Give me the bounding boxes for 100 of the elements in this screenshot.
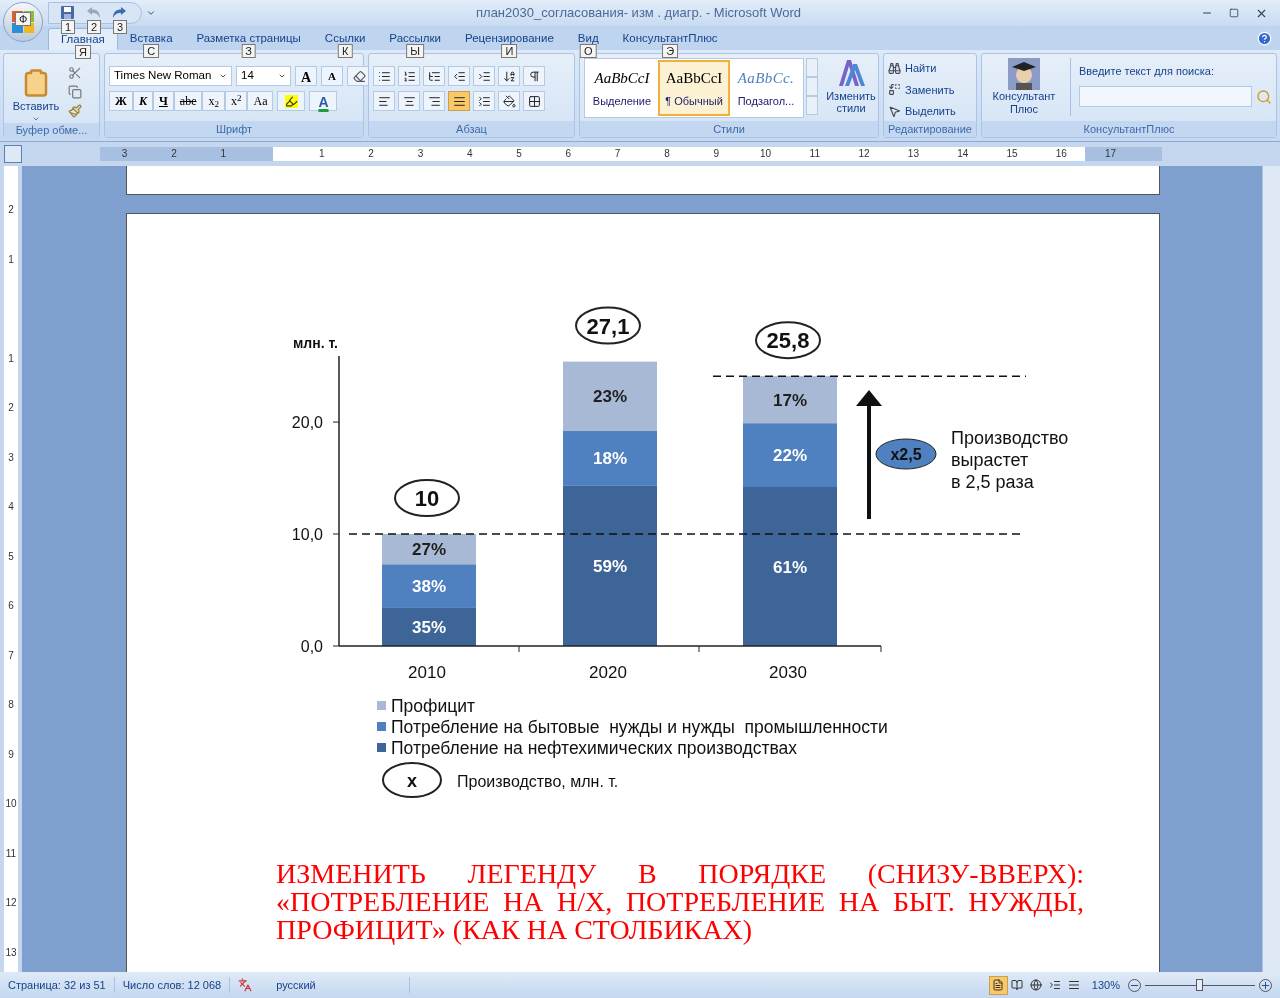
align-button[interactable] — [373, 91, 395, 111]
data-label: 38% — [412, 577, 446, 597]
data-label: 23% — [593, 387, 627, 407]
paste-button[interactable]: Вставить — [8, 58, 64, 123]
decrease-indent-button[interactable] — [448, 66, 470, 86]
align-button[interactable] — [398, 91, 420, 111]
ruler-number: 1 — [8, 252, 14, 267]
tick-label: 0,0 — [300, 638, 323, 655]
tree-list-icon — [427, 69, 441, 83]
shrink-font-button[interactable]: A — [321, 66, 343, 86]
proofing-icon[interactable] — [238, 978, 253, 992]
ruler-number: 13 — [907, 148, 919, 159]
data-label: 61% — [773, 557, 807, 577]
pilcrow-icon — [527, 69, 541, 83]
key-tip: К — [337, 44, 353, 59]
format-button[interactable]: К — [132, 91, 153, 111]
zoom-level: 130% — [1090, 977, 1121, 993]
highlight-button[interactable] — [277, 91, 306, 111]
ruler-number: 2 — [8, 401, 14, 416]
help-icon[interactable] — [1257, 31, 1272, 46]
ruler-number: 3 — [8, 450, 14, 465]
paint-bucket-icon — [502, 94, 516, 108]
ruler-number: 15 — [1006, 148, 1018, 159]
restore-icon[interactable] — [1229, 8, 1239, 18]
growth-text: в 2,5 раза — [951, 472, 1034, 492]
shading-button[interactable] — [498, 91, 520, 111]
data-label: 17% — [773, 390, 807, 410]
ruler-number: 7 — [8, 648, 14, 663]
consultant-button[interactable]: Консультант Плюс — [986, 58, 1062, 116]
grow-font-button[interactable]: A — [295, 66, 317, 86]
format-button[interactable]: Aa — [247, 91, 274, 111]
total-value: 25,8 — [766, 328, 810, 354]
scissors-icon[interactable] — [68, 66, 82, 80]
ruler-number: 8 — [8, 698, 14, 713]
align-right-icon — [427, 94, 441, 108]
line-spacing-button[interactable] — [473, 91, 495, 111]
format-button[interactable]: abe — [173, 91, 203, 111]
tab-selector[interactable] — [4, 145, 22, 163]
align-left-icon — [377, 94, 391, 108]
lines-icon — [1068, 979, 1081, 991]
sort-icon — [502, 69, 516, 83]
styles-icon — [836, 58, 866, 88]
format-button[interactable]: Ч — [153, 91, 174, 111]
align-button[interactable] — [423, 91, 445, 111]
ruler-number: 6 — [8, 599, 14, 614]
multilevel-list-button[interactable] — [423, 66, 445, 86]
customize-icon[interactable] — [146, 8, 156, 18]
format-button[interactable]: Ж — [109, 91, 133, 111]
slider-thumb[interactable] — [1196, 979, 1203, 991]
view-button[interactable] — [988, 975, 1008, 995]
legend-text: Потребление на бытовые нужды и нужды промышленности — [391, 717, 888, 737]
align-button[interactable] — [448, 91, 470, 111]
format-button[interactable]: x$^{2}$ — [225, 91, 248, 111]
zoom-slider[interactable] — [1145, 979, 1255, 991]
grid-icon — [527, 94, 541, 108]
binoculars-icon — [888, 61, 901, 75]
align-center-icon — [402, 94, 416, 108]
editing-button[interactable]: Заменить — [888, 81, 956, 98]
font-size-field[interactable]: 14 — [236, 66, 291, 86]
data-label: 27% — [412, 540, 446, 560]
format-button[interactable]: x$_{2}$ — [202, 91, 225, 111]
replace-icon — [888, 83, 901, 97]
data-label: 22% — [773, 446, 807, 466]
style-item[interactable]: AaBbCcI Выделение — [586, 60, 658, 116]
brush-icon[interactable] — [68, 104, 82, 118]
page-icon — [992, 979, 1005, 991]
total-value: 10 — [414, 486, 440, 512]
style-item[interactable]: AaBbCcI ¶ Обычный — [658, 60, 730, 116]
globe-icon — [1030, 979, 1043, 991]
group-label: КонсультантПлюс — [1083, 121, 1175, 137]
key-tip: О — [579, 44, 597, 59]
change-styles-button[interactable]: Изменить стили — [820, 58, 882, 114]
font-family-field[interactable]: Times New Roman — [109, 66, 232, 86]
cursor-icon — [888, 104, 901, 118]
copy-icon[interactable] — [68, 85, 82, 99]
sort-button[interactable] — [498, 66, 520, 86]
ruler-number: 14 — [957, 148, 969, 159]
highlighter-icon — [285, 94, 298, 108]
key-tip: 1 — [61, 20, 76, 34]
bullets-button[interactable] — [373, 66, 395, 86]
increase-indent-button[interactable] — [473, 66, 495, 86]
borders-button[interactable] — [523, 91, 545, 111]
ruler-number: 10 — [759, 148, 772, 159]
tick-label: 10,0 — [291, 526, 323, 544]
style-item[interactable]: AaBbCc. Подзагол... — [730, 60, 802, 116]
group-label: Стили — [713, 121, 745, 137]
ruler-number: 2 — [368, 148, 374, 159]
search-field[interactable] — [1079, 86, 1252, 107]
ruler-number: 5 — [8, 549, 14, 564]
numbering-button[interactable] — [398, 66, 420, 86]
ruler-number: 11 — [5, 846, 17, 861]
search-label: Введите текст для поиска: — [1079, 65, 1214, 77]
ruler-number: 12 — [5, 896, 17, 911]
font-color-button[interactable]: A — [309, 91, 338, 111]
editing-button[interactable]: Найти — [888, 60, 956, 77]
ruler-number: 7 — [614, 148, 621, 159]
editing-button[interactable]: Выделить — [888, 103, 956, 120]
show-marks-button[interactable] — [523, 66, 545, 86]
clear-format-button[interactable] — [347, 66, 371, 86]
key-tip: Ф — [15, 12, 32, 26]
